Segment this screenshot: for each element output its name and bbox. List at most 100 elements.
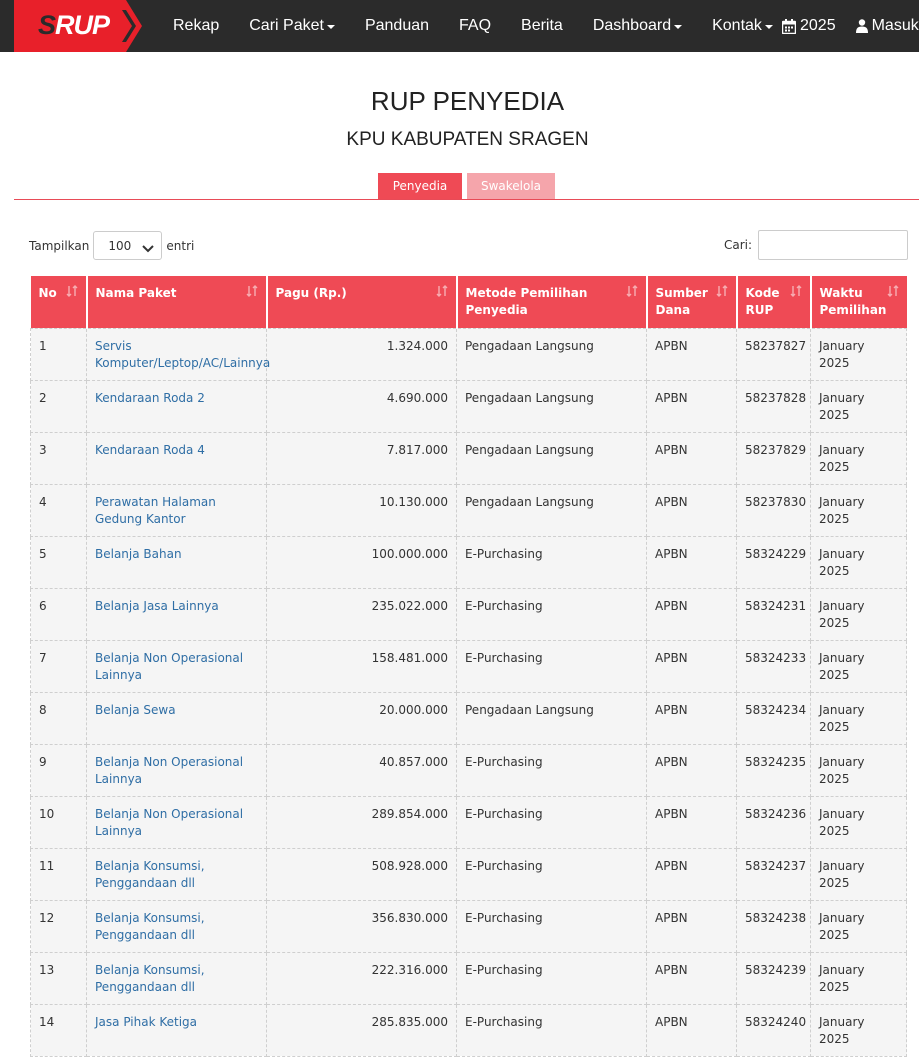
table-row: 4 Perawatan Halaman Gedung Kantor 10.130.0…: [30, 483, 907, 537]
cell-no: 7: [30, 639, 87, 693]
package-link[interactable]: Belanja Sewa: [95, 703, 176, 717]
cell-no: 8: [30, 691, 87, 745]
cell-pagu: 356.830.000: [266, 899, 457, 953]
table-row: 10 Belanja Non Operasional Lainnya 289.854…: [30, 795, 907, 849]
cell-sumber-dana: APBN: [646, 587, 737, 641]
cell-nama-paket: Servis Komputer/Leptop/AC/Lainnya: [86, 327, 270, 381]
package-link[interactable]: Belanja Bahan: [95, 547, 182, 561]
search-input[interactable]: [758, 230, 909, 260]
tab-swakelola[interactable]: Swakelola: [467, 173, 555, 199]
cell-no: 1: [30, 327, 87, 381]
year-selector[interactable]: 2025: [772, 0, 846, 52]
nav-kontak-label: Kontak: [712, 17, 762, 34]
cell-waktu-pemilihan: January 2025: [810, 431, 907, 485]
col-header-label: No: [38, 286, 57, 300]
col-header-waktu-pemilihan[interactable]: Waktu Pemilihan: [809, 276, 907, 328]
cell-no: 10: [30, 795, 87, 849]
package-link[interactable]: Perawatan Halaman Gedung Kantor: [95, 495, 216, 526]
cell-nama-paket: Belanja Konsumsi, Penggandaan dll: [86, 847, 267, 901]
cell-nama-paket: Jasa Pihak Ketiga: [86, 1003, 267, 1057]
cell-nama-paket: Belanja Non Operasional Lainnya: [86, 743, 267, 797]
cell-sumber-dana: APBN: [646, 899, 737, 953]
nav-dashboard[interactable]: Dashboard: [578, 0, 697, 52]
cell-pagu: 20.000.000: [266, 691, 457, 745]
cell-sumber-dana: APBN: [646, 1003, 737, 1057]
col-header-label: Pagu (Rp.): [275, 286, 347, 300]
year-label: 2025: [800, 17, 836, 34]
cell-pagu: 285.835.000: [266, 1003, 457, 1057]
cell-kode-rup: 58324229: [736, 535, 811, 589]
package-link[interactable]: Kendaraan Roda 2: [95, 391, 205, 405]
logo-rup: RUP: [55, 10, 110, 40]
table-row: 3 Kendaraan Roda 4 7.817.000 Pengadaan Lang…: [30, 431, 907, 485]
cell-pagu: 100.000.000: [266, 535, 457, 589]
rup-table: No Nama Paket Pagu (Rp.) Metode Pemiliha…: [30, 276, 907, 1057]
col-header-metode[interactable]: Metode Pemilihan Penyedia: [455, 276, 647, 328]
nav-panduan[interactable]: Panduan: [350, 0, 444, 52]
cell-no: 11: [30, 847, 87, 901]
cell-pagu: 4.690.000: [266, 379, 457, 433]
cell-kode-rup: 58324235: [736, 743, 811, 797]
cell-metode: Pengadaan Langsung: [456, 327, 647, 381]
package-link[interactable]: Jasa Pihak Ketiga: [95, 1015, 197, 1029]
cell-pagu: 508.928.000: [266, 847, 457, 901]
package-link[interactable]: Belanja Non Operasional Lainnya: [95, 651, 243, 682]
cell-pagu: 289.854.000: [266, 795, 457, 849]
cell-metode: E-Purchasing: [456, 587, 647, 641]
nav-faq[interactable]: FAQ: [444, 0, 506, 52]
sirup-logo[interactable]: SRUP: [14, 0, 144, 52]
nav-panduan-label: Panduan: [364, 17, 430, 34]
cell-pagu: 10.130.000: [266, 483, 457, 537]
user-icon: [855, 19, 868, 33]
package-link[interactable]: Belanja Konsumsi, Penggandaan dll: [95, 911, 205, 942]
cell-no: 2: [30, 379, 87, 433]
package-link[interactable]: Belanja Non Operasional Lainnya: [95, 755, 243, 786]
col-header-label: Metode Pemilihan Penyedia: [465, 286, 588, 317]
tab-penyedia[interactable]: Penyedia: [378, 173, 462, 199]
col-header-pagu[interactable]: Pagu (Rp.): [265, 276, 457, 328]
package-link[interactable]: Belanja Jasa Lainnya: [95, 599, 219, 613]
table-row: 6 Belanja Jasa Lainnya 235.022.000 E-Purcha…: [30, 587, 907, 641]
col-header-label: Nama Paket: [95, 286, 177, 300]
sort-icon: [887, 285, 899, 302]
table-row: 1 Servis Komputer/Leptop/AC/Lainnya 1.324.…: [30, 327, 907, 381]
package-link[interactable]: Belanja Konsumsi, Penggandaan dll: [95, 859, 205, 890]
caret-down-icon: [326, 25, 335, 29]
cell-sumber-dana: APBN: [646, 327, 737, 381]
package-link[interactable]: Belanja Non Operasional Lainnya: [95, 807, 243, 838]
col-header-label: Kode RUP: [745, 286, 780, 317]
nav-berita[interactable]: Berita: [506, 0, 578, 52]
col-header-no[interactable]: No: [30, 276, 87, 328]
cell-waktu-pemilihan: January 2025: [810, 483, 907, 537]
cell-metode: E-Purchasing: [456, 795, 647, 849]
nav-cari-paket[interactable]: Cari Paket: [234, 0, 350, 52]
cell-no: 12: [30, 899, 87, 953]
col-header-nama-paket[interactable]: Nama Paket: [85, 276, 267, 328]
nav-rekap[interactable]: Rekap: [158, 0, 234, 52]
logo-text: SRUP: [38, 10, 110, 41]
col-header-kode-rup[interactable]: Kode RUP: [735, 276, 811, 328]
cell-metode: Pengadaan Langsung: [456, 483, 647, 537]
nav-faq-label: FAQ: [459, 17, 492, 34]
table-body: 1 Servis Komputer/Leptop/AC/Lainnya 1.324.…: [30, 327, 907, 1057]
cell-nama-paket: Belanja Non Operasional Lainnya: [86, 795, 267, 849]
cell-kode-rup: 58237828: [736, 379, 811, 433]
page-length-select[interactable]: 100: [93, 231, 163, 260]
sort-icon: [436, 285, 448, 302]
col-header-sumber-dana[interactable]: Sumber Dana: [645, 276, 737, 328]
login-link[interactable]: Masuk: [846, 0, 919, 52]
cell-sumber-dana: APBN: [646, 431, 737, 485]
package-link[interactable]: Kendaraan Roda 4: [95, 443, 205, 457]
cell-waktu-pemilihan: January 2025: [810, 1003, 907, 1057]
cell-kode-rup: 58324233: [736, 639, 811, 693]
nav-berita-label: Berita: [521, 17, 563, 34]
cell-metode: E-Purchasing: [456, 743, 647, 797]
chevron-down-icon: [142, 242, 155, 256]
package-link[interactable]: Servis Komputer/Leptop/AC/Lainnya: [95, 339, 270, 370]
cell-kode-rup: 58324238: [736, 899, 811, 953]
calendar-icon: [782, 18, 796, 34]
cell-kode-rup: 58324236: [736, 795, 811, 849]
cell-waktu-pemilihan: January 2025: [810, 899, 907, 953]
main-menu: Rekap Cari Paket Panduan FAQ Berita Dash…: [158, 0, 788, 52]
package-link[interactable]: Belanja Konsumsi, Penggandaan dll: [95, 963, 205, 994]
